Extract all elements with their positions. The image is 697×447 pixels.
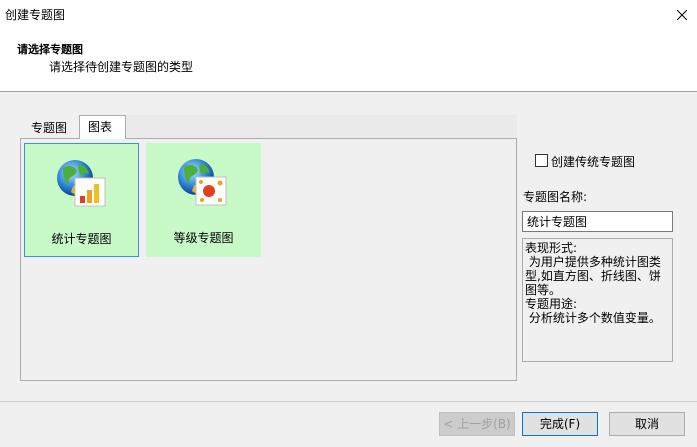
card-graduated-map[interactable]: 等级专题图 <box>146 143 261 257</box>
window-title: 创建专题图 <box>5 8 66 22</box>
tab-thematic-map[interactable]: 专题图 <box>22 117 78 139</box>
description-line: 图等。 <box>525 283 562 297</box>
traditional-map-checkbox[interactable] <box>535 154 548 167</box>
header-title: 请选择专题图 <box>17 43 83 56</box>
finish-button[interactable]: 完成(F) <box>522 412 598 436</box>
close-icon <box>677 10 687 20</box>
card-label: 等级专题图 <box>173 231 234 245</box>
previous-button[interactable]: < 上一步(B) <box>439 412 515 436</box>
tab-chart[interactable]: 图表 <box>79 115 126 139</box>
map-name-label: 专题图名称: <box>523 190 588 204</box>
tab-strip-background <box>125 115 517 139</box>
tab-content-panel: 统计专题图 等级专题图 <box>20 138 517 381</box>
description-line: 为用户提供多种统计图类 <box>525 255 661 269</box>
description-line: 表现形式: <box>525 241 578 255</box>
description-box: 表现形式: 为用户提供多种统计图类 型,如直方图、折线图、饼 图等。 专题用途:… <box>522 238 673 362</box>
close-button[interactable] <box>667 0 697 30</box>
traditional-map-label: 创建传统专题图 <box>551 155 636 169</box>
description-line: 型,如直方图、折线图、饼 <box>525 269 661 283</box>
description-line: 专题用途: <box>525 297 578 311</box>
title-bar: 创建专题图 <box>0 0 697 30</box>
globe-graduated-symbol-icon <box>178 159 227 206</box>
footer-divider <box>0 401 697 402</box>
globe-bar-chart-icon <box>57 160 106 207</box>
cancel-button[interactable]: 取消 <box>609 412 685 436</box>
card-statistics-map[interactable]: 统计专题图 <box>24 143 139 257</box>
header-subtitle: 请选择待创建专题图的类型 <box>49 60 194 74</box>
map-name-input[interactable] <box>522 211 673 232</box>
wizard-header: 请选择专题图 请选择待创建专题图的类型 <box>0 30 697 92</box>
description-line: 分析统计多个数值变量。 <box>525 311 661 325</box>
card-label: 统计专题图 <box>51 232 112 246</box>
